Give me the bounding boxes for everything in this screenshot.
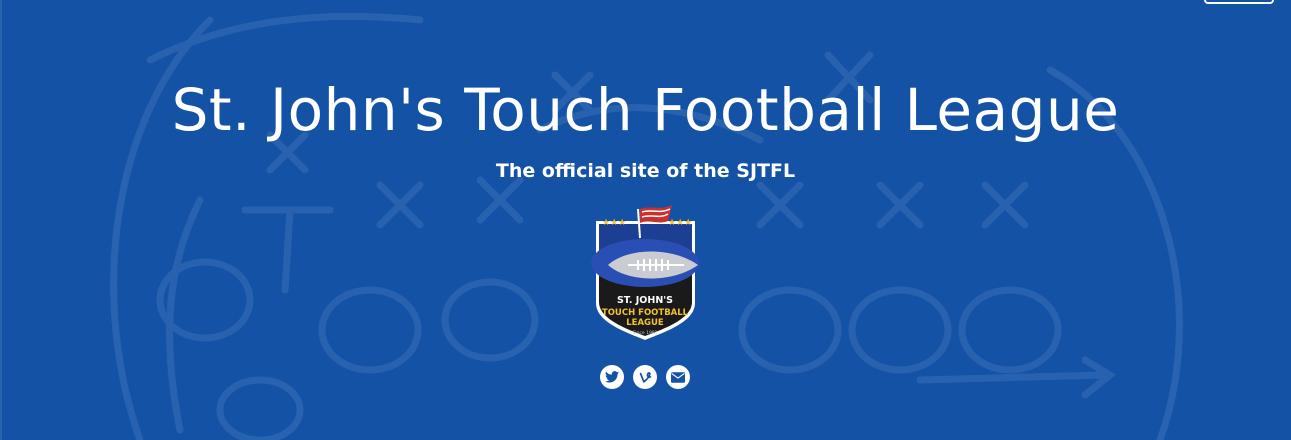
menu-button[interactable] (1204, 0, 1274, 4)
mail-icon (671, 371, 685, 383)
logo-text-line4: Since 1981 (632, 330, 657, 336)
page-title: St. John's Touch Football League (171, 76, 1120, 144)
left-edge-line (0, 0, 2, 440)
twitter-link[interactable] (600, 365, 624, 389)
stars-left: ★★★ (602, 218, 626, 228)
email-link[interactable] (666, 365, 690, 389)
league-logo: ★★★ ★★★ ST. JOHN'S TOUCH FOOTBALL LEAGUE… (591, 205, 699, 340)
twitter-icon (605, 371, 619, 383)
logo-text-line3: LEAGUE (626, 318, 664, 328)
logo-text-line2: TOUCH FOOTBALL (602, 308, 689, 318)
page-subtitle: The official site of the SJTFL (495, 160, 796, 182)
hero-banner: St. John's Touch Football League The off… (0, 0, 1291, 440)
vine-icon (639, 371, 651, 383)
logo-text-line1: ST. JOHN'S (617, 295, 673, 306)
stars-right: ★★★ (668, 218, 692, 228)
social-links (600, 365, 690, 389)
vine-link[interactable] (633, 365, 657, 389)
